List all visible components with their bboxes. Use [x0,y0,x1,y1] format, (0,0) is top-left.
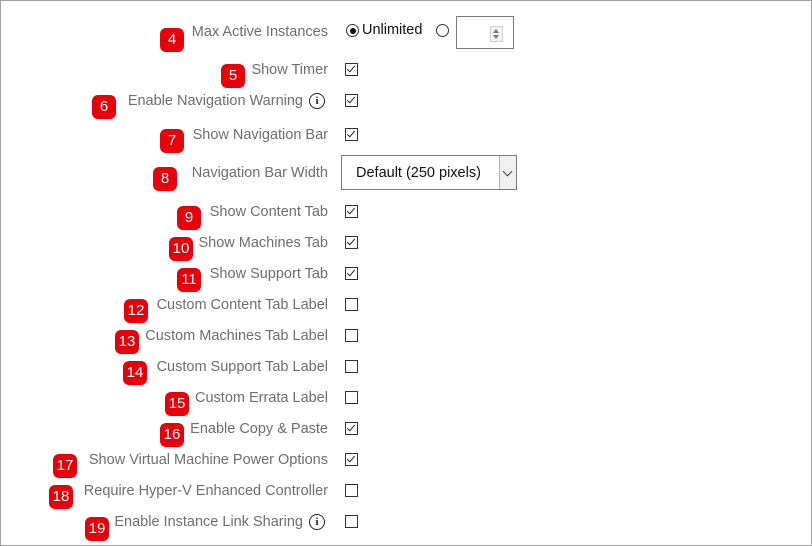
enable-navigation-warning-checkbox[interactable] [345,94,358,107]
custom-machines-tab-label-label: Custom Machines Tab Label [145,328,328,344]
callout-badge: 11 [177,268,201,292]
unlimited-radio-label[interactable]: Unlimited [362,22,422,38]
radio-selected-dot [349,27,356,34]
custom-support-tab-label-checkbox[interactable] [345,360,358,373]
chevron-down-icon [502,166,513,177]
unlimited-radio[interactable] [346,24,359,37]
row-show-navigation-bar: 7 Show Navigation Bar [1,121,812,153]
row-max-active-instances: 4 Max Active Instances Unlimited [1,16,812,52]
callout-badge: 14 [123,361,147,385]
custom-content-tab-label-checkbox[interactable] [345,298,358,311]
max-instances-number-input[interactable] [456,16,514,49]
row-show-machines-tab: 10 Show Machines Tab [1,229,812,261]
info-icon[interactable]: i [309,514,325,530]
custom-support-tab-label-label: Custom Support Tab Label [156,359,328,375]
row-show-support-tab: 11 Show Support Tab [1,260,812,292]
callout-badge: 12 [124,299,148,323]
dropdown-button[interactable] [499,156,516,189]
row-show-timer: 5 Show Timer [1,56,812,88]
require-hyperv-enhanced-controller-checkbox[interactable] [345,484,358,497]
checkmark-icon [346,422,356,432]
row-custom-content-tab-label: 12 Custom Content Tab Label [1,291,812,323]
row-show-vm-power-options: 17 Show Virtual Machine Power Options [1,446,812,478]
callout-badge: 15 [165,392,189,416]
show-timer-label: Show Timer [251,62,328,78]
row-show-content-tab: 9 Show Content Tab [1,198,812,230]
checkmark-icon [346,236,356,246]
show-content-tab-label: Show Content Tab [209,204,328,220]
row-require-hyperv-enhanced-controller: 18 Require Hyper-V Enhanced Controller [1,477,812,509]
callout-badge: 19 [85,517,109,541]
show-navigation-bar-checkbox[interactable] [345,128,358,141]
checkmark-icon [346,94,356,104]
row-enable-copy-paste: 16 Enable Copy & Paste [1,415,812,447]
enable-instance-link-sharing-label: Enable Instance Link Sharing [114,514,303,530]
row-navigation-bar-width: 8 Navigation Bar Width Default (250 pixe… [1,155,812,191]
row-custom-support-tab-label: 14 Custom Support Tab Label [1,353,812,385]
row-custom-errata-label: 15 Custom Errata Label [1,384,812,416]
spin-up-icon[interactable] [493,29,499,33]
callout-badge: 18 [49,485,73,509]
checkmark-icon [346,267,356,277]
row-enable-instance-link-sharing: 19 Enable Instance Link Sharing i [1,508,812,541]
callout-badge: 7 [160,129,184,153]
show-machines-tab-checkbox[interactable] [345,236,358,249]
navigation-bar-width-select[interactable]: Default (250 pixels) [341,155,517,190]
show-support-tab-label: Show Support Tab [209,266,328,282]
callout-badge: 8 [153,167,177,191]
spin-down-icon[interactable] [493,35,499,39]
custom-errata-label-checkbox[interactable] [345,391,358,404]
show-machines-tab-label: Show Machines Tab [198,235,328,251]
callout-badge: 13 [115,330,139,354]
show-navigation-bar-label: Show Navigation Bar [192,127,328,143]
custom-machines-tab-label-checkbox[interactable] [345,329,358,342]
info-icon[interactable]: i [309,93,325,109]
show-support-tab-checkbox[interactable] [345,267,358,280]
callout-badge: 5 [221,64,245,88]
show-content-tab-checkbox[interactable] [345,205,358,218]
custom-content-tab-label-label: Custom Content Tab Label [156,297,328,313]
enable-navigation-warning-label: Enable Navigation Warning [127,93,303,109]
show-vm-power-options-checkbox[interactable] [345,453,358,466]
checkmark-icon [346,63,356,73]
checkmark-icon [346,128,356,138]
row-custom-machines-tab-label: 13 Custom Machines Tab Label [1,322,812,354]
custom-errata-label-label: Custom Errata Label [195,390,328,406]
show-timer-checkbox[interactable] [345,63,358,76]
callout-badge: 9 [177,206,201,230]
max-active-instances-label: Max Active Instances [191,24,328,40]
enable-instance-link-sharing-checkbox[interactable] [345,515,358,528]
callout-badge: 16 [160,423,184,447]
enable-copy-paste-label: Enable Copy & Paste [190,421,328,437]
settings-panel: 4 Max Active Instances Unlimited 5 Show … [0,0,812,546]
custom-count-radio[interactable] [436,24,449,37]
enable-copy-paste-checkbox[interactable] [345,422,358,435]
navigation-bar-width-selected: Default (250 pixels) [356,165,481,181]
row-enable-navigation-warning: 6 Enable Navigation Warning i [1,87,812,119]
checkmark-icon [346,453,356,463]
number-spinner[interactable] [490,26,503,42]
require-hyperv-enhanced-controller-label: Require Hyper-V Enhanced Controller [83,483,328,499]
show-vm-power-options-label: Show Virtual Machine Power Options [88,452,328,468]
callout-badge: 4 [160,28,184,52]
callout-badge: 6 [92,95,116,119]
checkmark-icon [346,205,356,215]
navigation-bar-width-label: Navigation Bar Width [191,165,328,181]
callout-badge: 10 [169,237,193,261]
callout-badge: 17 [53,454,77,478]
